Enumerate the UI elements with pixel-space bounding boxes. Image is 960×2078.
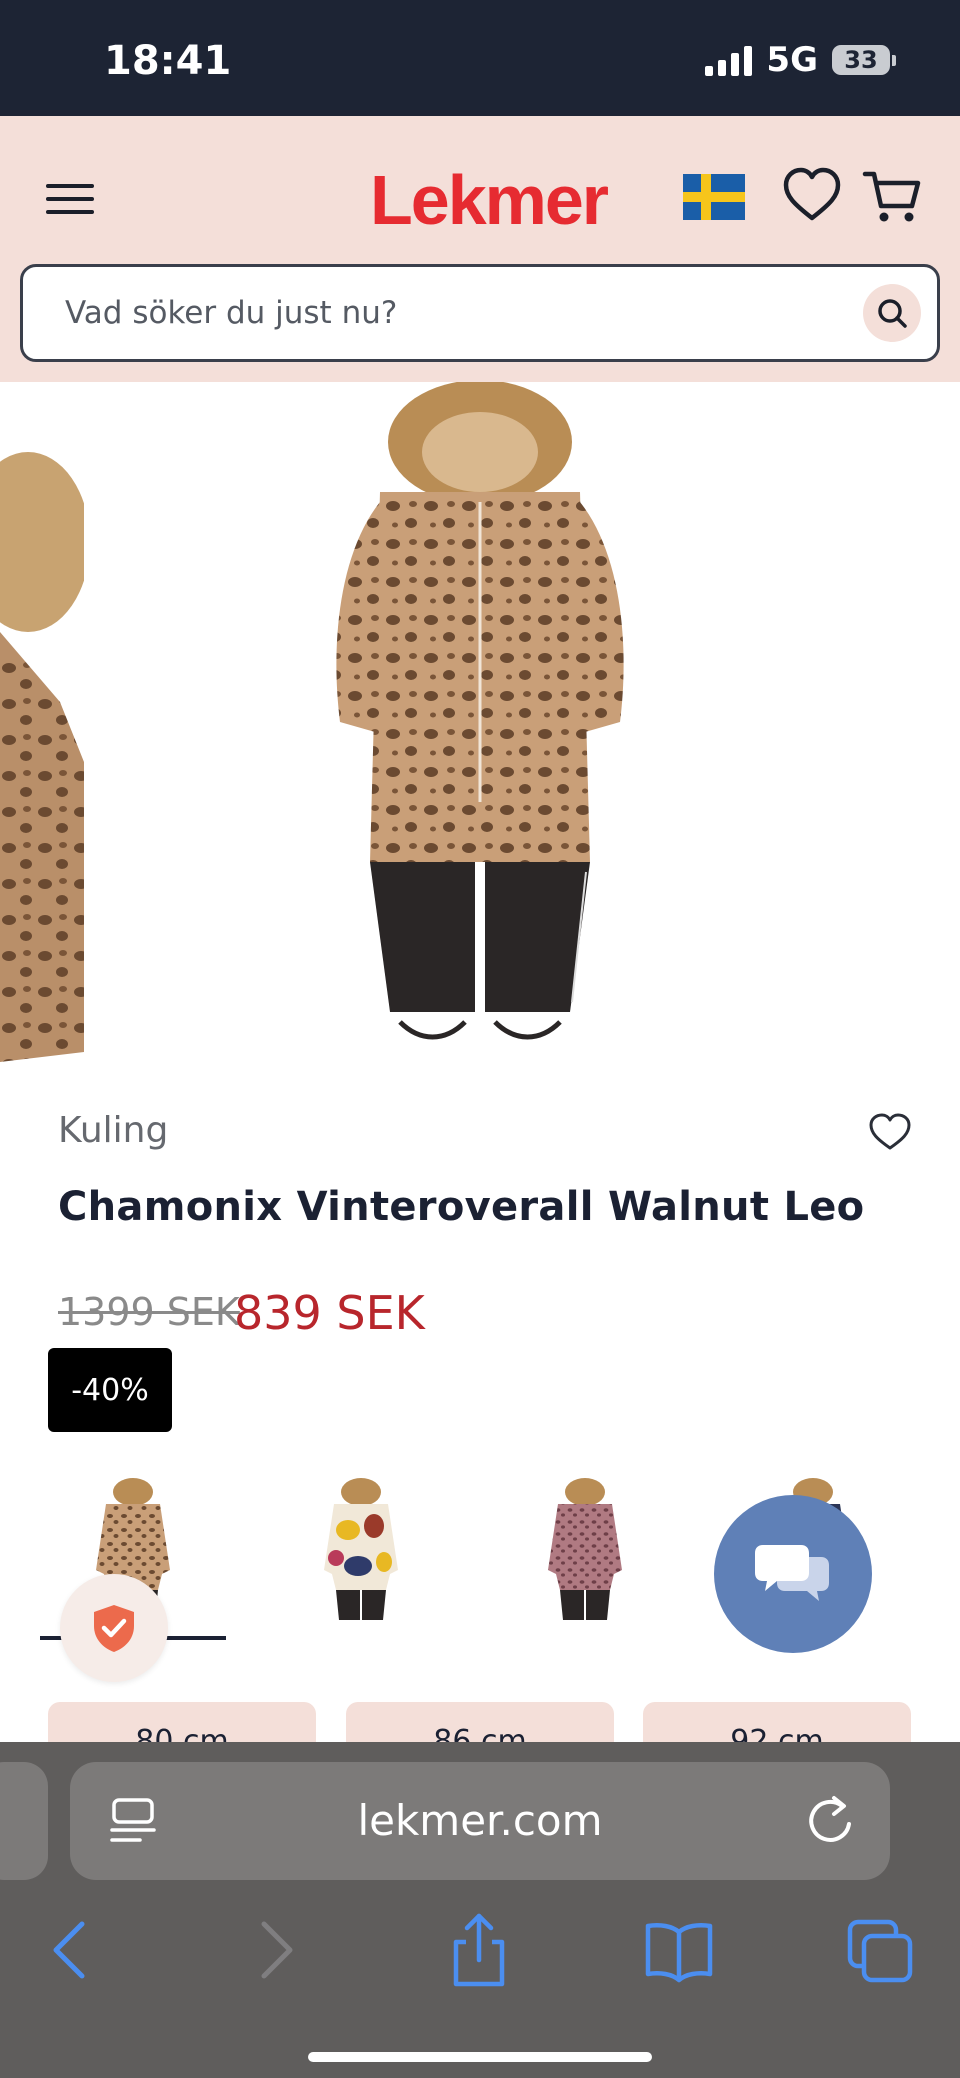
tabs-icon[interactable]: [846, 1912, 916, 1988]
reload-icon[interactable]: [804, 1794, 856, 1848]
discount-badge: -40%: [48, 1348, 172, 1432]
forward-chevron-icon[interactable]: [240, 1912, 310, 1988]
wishlist-heart-icon[interactable]: [868, 1112, 912, 1152]
status-indicators: 5G 33: [705, 40, 896, 80]
product-image-gallery[interactable]: [0, 382, 960, 1082]
address-bar[interactable]: lekmer.com: [70, 1762, 890, 1880]
site-header: Lekmer: [0, 116, 960, 382]
trust-badge-button[interactable]: [60, 1574, 168, 1682]
battery-level: 33: [832, 45, 890, 75]
home-indicator[interactable]: [308, 2052, 652, 2062]
search-bar: [20, 264, 940, 362]
search-input[interactable]: [63, 267, 843, 359]
chat-button[interactable]: [714, 1495, 872, 1653]
url-text: lekmer.com: [357, 1796, 603, 1845]
previous-product-image[interactable]: [0, 442, 84, 1062]
status-time: 18:41: [104, 38, 232, 84]
battery-icon: 33: [832, 45, 896, 75]
signal-icon: [705, 44, 753, 76]
search-button[interactable]: [863, 284, 921, 342]
share-icon[interactable]: [444, 1912, 514, 1988]
product-main-image[interactable]: [270, 382, 690, 1062]
shield-check-icon: [94, 1605, 134, 1652]
original-price: 1399 SEK: [58, 1290, 240, 1334]
product-brand[interactable]: Kuling: [58, 1110, 168, 1151]
network-type: 5G: [766, 40, 818, 80]
chat-bubbles-icon: [755, 1545, 829, 1601]
browser-nav-row: [0, 1902, 960, 2002]
product-title: Chamonix Vinteroverall Walnut Leo: [58, 1184, 865, 1230]
cart-icon[interactable]: [862, 166, 922, 226]
variant-multicolor[interactable]: [306, 1470, 416, 1640]
back-chevron-icon[interactable]: [36, 1912, 106, 1988]
sale-price: 839 SEK: [234, 1286, 425, 1340]
bookmarks-icon[interactable]: [644, 1912, 714, 1988]
heart-icon[interactable]: [782, 166, 842, 224]
variant-pink-leo[interactable]: [530, 1470, 640, 1640]
search-icon: [878, 299, 907, 328]
previous-tab-preview[interactable]: [0, 1762, 48, 1880]
status-bar: 18:41 5G 33: [0, 0, 960, 116]
site-logo[interactable]: Lekmer: [370, 160, 609, 240]
sweden-flag-icon[interactable]: [683, 174, 745, 220]
browser-toolbar: lekmer.com: [0, 1742, 960, 2078]
menu-button[interactable]: [44, 176, 96, 222]
